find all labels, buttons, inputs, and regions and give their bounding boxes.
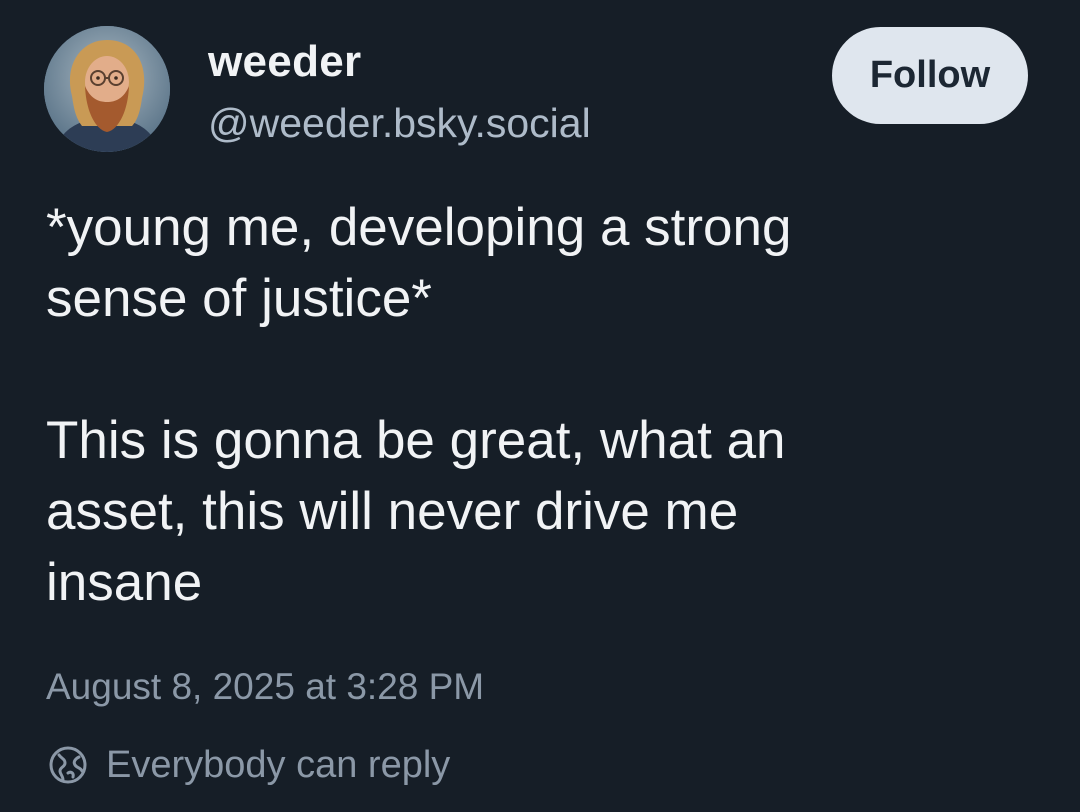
reply-setting-label: Everybody can reply — [106, 743, 451, 786]
post-timestamp[interactable]: August 8, 2025 at 3:28 PM — [46, 664, 484, 710]
post-card: weeder @weeder.bsky.social Follow *young… — [0, 0, 1080, 812]
author-display-name[interactable]: weeder — [208, 36, 361, 88]
post-text: *young me, developing a strong sense of … — [46, 198, 792, 612]
follow-button[interactable]: Follow — [832, 27, 1028, 124]
bearded-man-avatar-icon — [44, 26, 170, 152]
author-avatar[interactable] — [44, 26, 170, 152]
globe-icon — [46, 743, 90, 787]
author-handle[interactable]: @weeder.bsky.social — [208, 98, 591, 148]
reply-setting[interactable]: Everybody can reply — [46, 738, 450, 792]
